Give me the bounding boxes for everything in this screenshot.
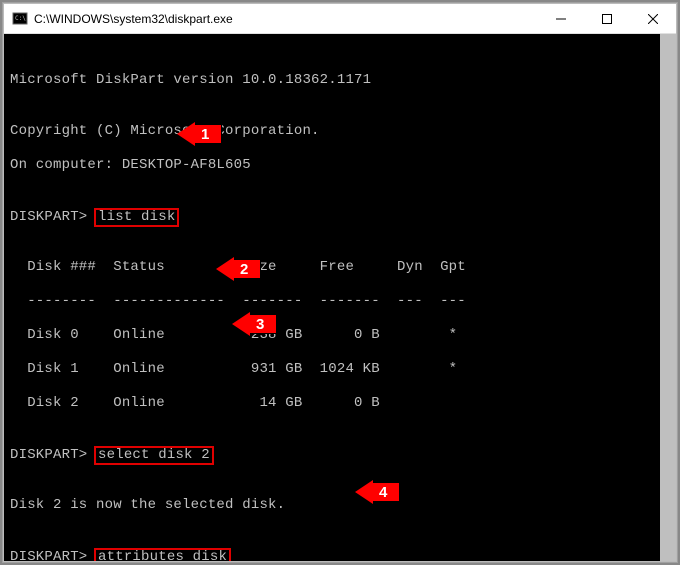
maximize-button[interactable] — [584, 4, 630, 33]
titlebar[interactable]: C:\ C:\WINDOWS\system32\diskpart.exe — [4, 4, 676, 34]
prompt: DISKPART> — [10, 447, 87, 463]
prompt-line-3: DISKPART> attributes disk — [10, 548, 654, 561]
prompt: DISKPART> — [10, 549, 87, 561]
svg-text:C:\: C:\ — [15, 15, 26, 22]
prompt-line-2: DISKPART> select disk 2 — [10, 446, 654, 463]
window-title: C:\WINDOWS\system32\diskpart.exe — [34, 12, 233, 26]
terminal-output[interactable]: Microsoft DiskPart version 10.0.18362.11… — [4, 34, 676, 561]
cmd-attributes-disk: attributes disk — [94, 548, 231, 561]
table-row: Disk 0 Online 238 GB 0 B * — [10, 327, 654, 344]
computer-line: On computer: DESKTOP-AF8L605 — [10, 157, 654, 174]
table-header: Disk ### Status Size Free Dyn Gpt — [10, 259, 654, 276]
table-row: Disk 1 Online 931 GB 1024 KB * — [10, 361, 654, 378]
prompt-line-1: DISKPART> list disk — [10, 208, 654, 225]
diskpart-window: C:\ C:\WINDOWS\system32\diskpart.exe Mic… — [3, 3, 677, 562]
version-line: Microsoft DiskPart version 10.0.18362.11… — [10, 72, 654, 89]
cmd-select-disk: select disk 2 — [94, 446, 214, 465]
copyright-line: Copyright (C) Microsoft Corporation. — [10, 123, 654, 140]
close-button[interactable] — [630, 4, 676, 33]
table-row: Disk 2 Online 14 GB 0 B — [10, 395, 654, 412]
table-divider: -------- ------------- ------- ------- -… — [10, 293, 654, 310]
cmd-list-disk: list disk — [94, 208, 179, 227]
minimize-button[interactable] — [538, 4, 584, 33]
selected-line: Disk 2 is now the selected disk. — [10, 497, 654, 514]
prompt: DISKPART> — [10, 209, 87, 225]
app-icon: C:\ — [12, 11, 28, 27]
